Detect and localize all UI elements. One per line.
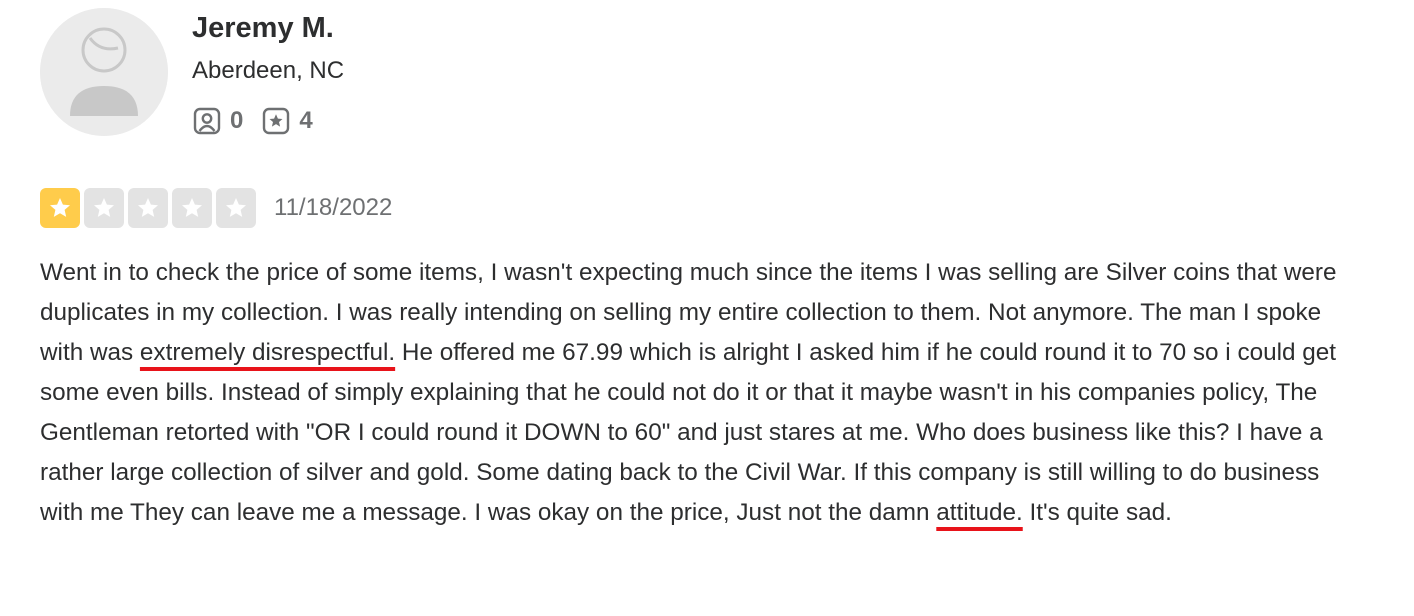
star-icon — [182, 198, 202, 217]
review-text-part: It's quite sad. — [1022, 499, 1172, 526]
reviews-stat: 4 — [261, 106, 313, 136]
review-text: Went in to check the price of some items… — [40, 253, 1360, 533]
star-icon — [138, 198, 158, 217]
user-location: Aberdeen, NC — [192, 57, 345, 84]
review-date: 11/18/2022 — [274, 194, 393, 221]
friends-icon — [193, 107, 221, 135]
star-icon — [94, 198, 114, 217]
star-icon — [226, 198, 246, 217]
star-icon — [50, 198, 70, 217]
highlighted-phrase: attitude. — [936, 499, 1023, 526]
review-text-part: He offered me 67.99 which is alright I a… — [40, 339, 1337, 526]
star-1 — [40, 188, 80, 228]
star-2 — [84, 188, 124, 228]
star-4 — [172, 188, 212, 228]
star-3 — [128, 188, 168, 228]
reviews-count: 4 — [299, 107, 313, 134]
review-rating: 11/18/2022 — [40, 188, 392, 228]
highlighted-phrase: extremely disrespectful. — [139, 339, 396, 366]
default-user-avatar-icon — [40, 8, 168, 136]
user-stats: 0 4 — [192, 104, 331, 138]
star-5 — [216, 188, 256, 228]
user-name[interactable]: Jeremy M. — [192, 12, 334, 45]
user-avatar[interactable] — [40, 8, 168, 136]
friends-count: 0 — [230, 107, 244, 134]
star-rating — [40, 188, 260, 228]
reviews-star-icon — [263, 107, 290, 135]
friends-stat: 0 — [192, 106, 243, 136]
review-card: Jeremy M. Aberdeen, NC 0 4 11/18/2022 We… — [0, 0, 1414, 616]
